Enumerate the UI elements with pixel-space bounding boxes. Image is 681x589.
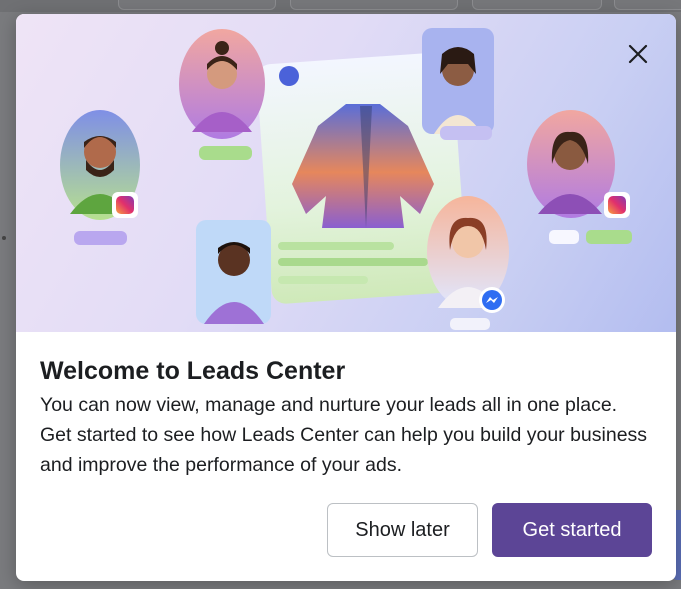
background-pill bbox=[290, 0, 458, 10]
instagram-icon bbox=[608, 196, 626, 214]
show-later-button[interactable]: Show later bbox=[327, 503, 478, 557]
hero-illustration bbox=[16, 14, 676, 332]
get-started-button[interactable]: Get started bbox=[492, 503, 652, 557]
background-pill bbox=[118, 0, 276, 10]
person-bubble bbox=[196, 220, 271, 324]
person-bubble bbox=[60, 110, 140, 245]
background-pill bbox=[472, 0, 602, 10]
person-bubble bbox=[527, 110, 632, 244]
modal-body: Welcome to Leads Center You can now view… bbox=[40, 356, 652, 480]
close-icon bbox=[628, 44, 648, 64]
person-bubble bbox=[179, 29, 265, 160]
modal-title: Welcome to Leads Center bbox=[40, 357, 346, 385]
modal-description: You can now view, manage and nurture you… bbox=[40, 394, 648, 476]
person-bubble bbox=[427, 196, 509, 330]
hero-artwork bbox=[60, 28, 632, 330]
modal-actions: Show later Get started bbox=[327, 503, 652, 557]
background-dot bbox=[2, 236, 6, 240]
welcome-modal: Welcome to Leads Center You can now view… bbox=[16, 14, 676, 581]
close-button[interactable] bbox=[624, 40, 652, 68]
person-bubble bbox=[422, 28, 494, 140]
instagram-icon bbox=[116, 196, 134, 214]
background-pill bbox=[614, 0, 681, 10]
